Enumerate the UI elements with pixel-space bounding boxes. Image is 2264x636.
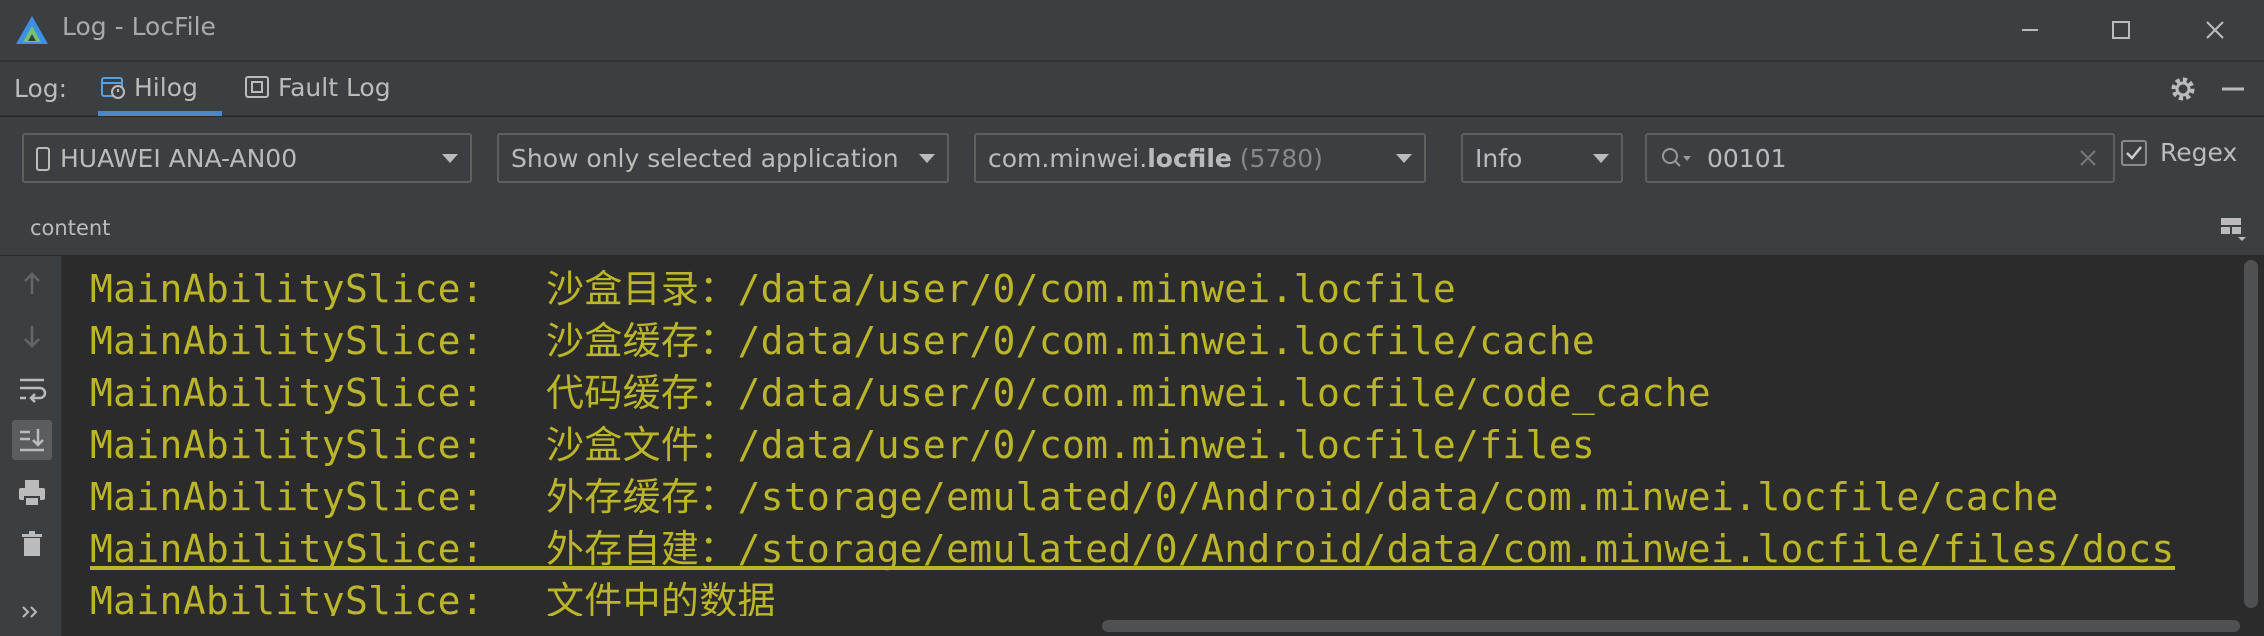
log-line[interactable]: MainAbilitySlice: 沙盒目录：/data/user/0/com.m… <box>90 258 1457 311</box>
horizontal-scrollbar-thumb[interactable] <box>1102 620 2240 632</box>
log-line[interactable]: MainAbilitySlice: 文件中的数据 <box>90 570 776 623</box>
log-tab-bar: Log: Hilog Fault Log <box>0 60 2264 116</box>
log-message: 外存缓存：/storage/emulated/0/Android/data/co… <box>546 475 2059 519</box>
clear-icon[interactable] <box>2077 147 2099 169</box>
log-message: 外存自建：/storage/emulated/0/Android/data/co… <box>546 527 2175 571</box>
tab-fault-log-label: Fault Log <box>278 73 391 102</box>
app-logo-icon <box>16 16 48 44</box>
chevron-down-icon <box>919 154 935 163</box>
column-content-label: content <box>30 216 111 240</box>
level-select[interactable]: Info <box>1461 133 1623 183</box>
layout-icon[interactable] <box>2218 213 2248 243</box>
search-box[interactable] <box>1645 133 2115 183</box>
regex-checkbox[interactable] <box>2121 140 2147 166</box>
trash-icon[interactable] <box>12 524 52 564</box>
process-name: locfile <box>1147 144 1232 173</box>
log-tag: MainAbilitySlice: <box>90 475 485 519</box>
log-tag: MainAbilitySlice: <box>90 423 485 467</box>
scope-label: Show only selected application <box>511 144 899 173</box>
log-line[interactable]: MainAbilitySlice: 外存缓存：/storage/emulated/… <box>90 466 2059 519</box>
scroll-to-end-icon[interactable] <box>12 420 52 460</box>
tab-hilog-label: Hilog <box>134 73 198 102</box>
log-tag: MainAbilitySlice: <box>90 319 485 363</box>
hilog-icon <box>101 77 125 99</box>
maximize-icon[interactable] <box>2100 10 2140 50</box>
process-select[interactable]: com.minwei.locfile (5780) <box>974 133 1426 183</box>
log-message: 代码缓存：/data/user/0/com.minwei.locfile/cod… <box>546 371 1711 415</box>
soft-wrap-icon[interactable] <box>12 368 52 408</box>
process-prefix: com.minwei. <box>988 144 1148 173</box>
log-tag: MainAbilitySlice: <box>90 371 485 415</box>
device-label: HUAWEI ANA-AN00 <box>60 144 298 173</box>
log-console[interactable]: MainAbilitySlice: 沙盒目录：/data/user/0/com.m… <box>62 256 2240 623</box>
hide-icon[interactable] <box>2216 72 2250 106</box>
chevron-down-icon <box>1593 154 1609 163</box>
process-pid: (5780) <box>1239 144 1323 173</box>
up-arrow-icon[interactable] <box>12 264 52 304</box>
vertical-scrollbar[interactable] <box>2240 256 2264 620</box>
log-message: 沙盒文件：/data/user/0/com.minwei.locfile/fil… <box>546 423 1596 467</box>
close-icon[interactable] <box>2195 10 2235 50</box>
print-icon[interactable] <box>12 472 52 512</box>
console-toolbar <box>0 256 62 636</box>
down-arrow-icon[interactable] <box>12 316 52 356</box>
minimize-icon[interactable] <box>2010 10 2050 50</box>
chevron-down-icon <box>442 154 458 163</box>
log-line[interactable]: MainAbilitySlice: 沙盒文件：/data/user/0/com.m… <box>90 414 1596 467</box>
tab-fault-log[interactable]: Fault Log <box>244 62 394 116</box>
log-label: Log: <box>14 74 68 103</box>
filter-bar: HUAWEI ANA-AN00 Show only selected appli… <box>0 117 2264 197</box>
tab-hilog[interactable]: Hilog <box>98 62 222 116</box>
more-icon[interactable] <box>12 592 52 632</box>
log-tag: MainAbilitySlice: <box>90 527 485 571</box>
column-header: content <box>0 197 2264 256</box>
checkmark-icon <box>2126 146 2142 160</box>
log-line[interactable]: MainAbilitySlice: 代码缓存：/data/user/0/com.m… <box>90 362 1711 415</box>
phone-icon <box>36 147 50 171</box>
log-tag: MainAbilitySlice: <box>90 267 485 311</box>
chevron-down-icon <box>1396 154 1412 163</box>
search-input[interactable] <box>1707 141 2047 175</box>
log-line[interactable]: MainAbilitySlice: 沙盒缓存：/data/user/0/com.m… <box>90 310 1596 363</box>
title-bar: Log - LocFile <box>0 0 2264 60</box>
regex-label[interactable]: Regex <box>2160 138 2237 167</box>
device-select[interactable]: HUAWEI ANA-AN00 <box>22 133 472 183</box>
level-label: Info <box>1475 144 1523 173</box>
window-title: Log - LocFile <box>62 12 216 41</box>
search-icon[interactable] <box>1659 144 1693 174</box>
vertical-scrollbar-thumb[interactable] <box>2244 260 2258 608</box>
fault-log-icon <box>245 76 269 98</box>
horizontal-scrollbar[interactable] <box>62 616 2240 636</box>
log-message: 沙盒缓存：/data/user/0/com.minwei.locfile/cac… <box>546 319 1596 363</box>
gear-icon[interactable] <box>2166 72 2200 106</box>
scope-select[interactable]: Show only selected application <box>497 133 949 183</box>
log-line[interactable]: MainAbilitySlice: 外存自建：/storage/emulated/… <box>90 518 2175 571</box>
log-message: 沙盒目录：/data/user/0/com.minwei.locfile <box>546 267 1457 311</box>
